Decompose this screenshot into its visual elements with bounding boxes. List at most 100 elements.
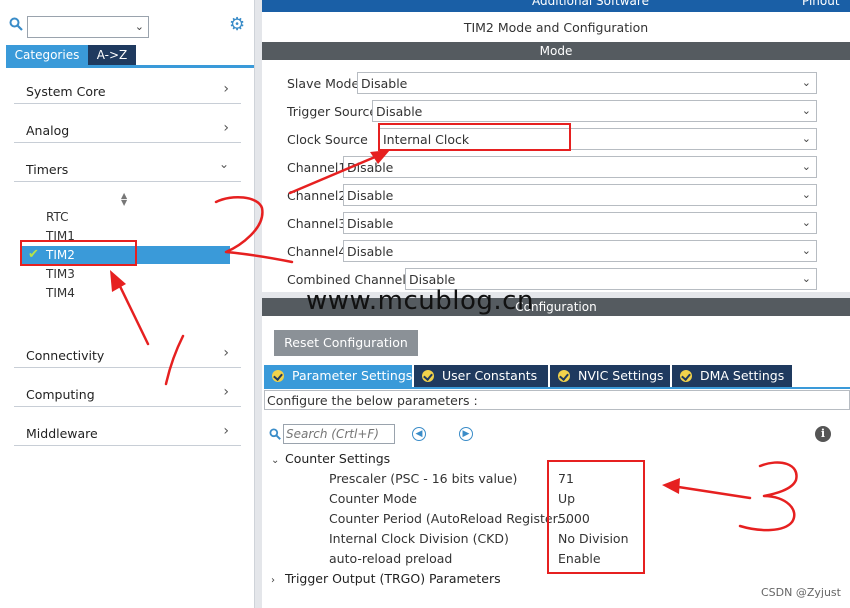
param-value-prescaler[interactable]: 71 bbox=[558, 471, 574, 486]
panel-splitter[interactable] bbox=[254, 0, 262, 608]
chevron-down-icon: ⌄ bbox=[801, 272, 811, 285]
counter-settings-group[interactable]: ⌄ Counter Settings bbox=[271, 451, 390, 466]
tab-categories[interactable]: Categories bbox=[6, 45, 88, 65]
config-title-bar: TIM2 Mode and Configuration bbox=[262, 12, 850, 42]
param-value-clock-division[interactable]: No Division bbox=[558, 531, 629, 546]
param-value-counter-period[interactable]: 5000 bbox=[558, 511, 590, 526]
channel3-select[interactable]: Disable ⌄ bbox=[343, 212, 817, 234]
param-value-counter-mode[interactable]: Up bbox=[558, 491, 575, 506]
select-value: Disable bbox=[409, 272, 456, 287]
mode-label: Channel2 bbox=[287, 188, 347, 203]
search-next-icon[interactable]: ▶ bbox=[459, 427, 473, 441]
check-icon: ✔ bbox=[28, 247, 39, 262]
trigger-output-group[interactable]: › Trigger Output (TRGO) Parameters bbox=[271, 571, 501, 586]
select-value: Disable bbox=[361, 76, 408, 91]
search-icon bbox=[9, 17, 23, 31]
category-label: Middleware bbox=[26, 426, 98, 441]
annotation-arrow-3 bbox=[670, 484, 752, 500]
select-value: Internal Clock bbox=[383, 132, 470, 147]
search-previous-icon[interactable]: ◀ bbox=[412, 427, 426, 441]
tab-parameter-settings[interactable]: Parameter Settings bbox=[264, 365, 412, 387]
category-analog[interactable]: Analog › bbox=[14, 117, 241, 143]
mode-label: Channel3 bbox=[287, 216, 347, 231]
chevron-right-icon: › bbox=[271, 575, 275, 586]
search-icon bbox=[269, 428, 281, 440]
check-circle-icon bbox=[272, 370, 284, 382]
tab-label: User Constants bbox=[442, 368, 538, 383]
param-label-counter-period: Counter Period (AutoReload Register... bbox=[329, 511, 569, 526]
timer-rtc[interactable]: RTC bbox=[46, 210, 68, 224]
category-label: Timers bbox=[26, 162, 69, 177]
param-label-clock-division: Internal Clock Division (CKD) bbox=[329, 531, 509, 546]
select-value: Disable bbox=[347, 160, 394, 175]
tab-a-to-z[interactable]: A->Z bbox=[88, 45, 136, 65]
param-label-prescaler: Prescaler (PSC - 16 bits value) bbox=[329, 471, 518, 486]
tab-dma-settings[interactable]: DMA Settings bbox=[672, 365, 792, 387]
check-circle-icon bbox=[680, 370, 692, 382]
check-circle-icon bbox=[422, 370, 434, 382]
select-value: Disable bbox=[347, 188, 394, 203]
tab-underline bbox=[264, 387, 850, 389]
trigger-source-select[interactable]: Disable ⌄ bbox=[372, 100, 817, 122]
top-menu-strip: Additional Software Pinout bbox=[262, 0, 850, 12]
chevron-down-icon: ⌄ bbox=[271, 455, 280, 466]
timer-tim2-selected[interactable]: ✔ TIM2 bbox=[20, 246, 230, 264]
category-connectivity[interactable]: Connectivity › bbox=[14, 342, 241, 368]
info-icon[interactable]: i bbox=[815, 426, 831, 442]
gear-icon[interactable]: ⚙ bbox=[229, 16, 247, 34]
param-label-counter-mode: Counter Mode bbox=[329, 491, 417, 506]
check-circle-icon bbox=[558, 370, 570, 382]
timer-tim1[interactable]: TIM1 bbox=[46, 229, 75, 243]
category-computing[interactable]: Computing › bbox=[14, 381, 241, 407]
tab-user-constants[interactable]: User Constants bbox=[414, 365, 548, 387]
chevron-down-icon[interactable]: ⌄ bbox=[135, 20, 144, 33]
description-text: Configure the below parameters : bbox=[267, 393, 478, 408]
tab-nvic-settings[interactable]: NVIC Settings bbox=[550, 365, 670, 387]
chevron-right-icon: › bbox=[223, 384, 229, 400]
timer-tim4[interactable]: TIM4 bbox=[46, 286, 75, 300]
group-label: Counter Settings bbox=[285, 451, 391, 466]
parameter-search-field[interactable] bbox=[284, 425, 394, 443]
category-system-core[interactable]: System Core › bbox=[14, 78, 241, 104]
select-value: Disable bbox=[347, 216, 394, 231]
mode-label: Clock Source bbox=[287, 132, 368, 147]
param-value-auto-reload-preload[interactable]: Enable bbox=[558, 551, 601, 566]
parameters-description: Configure the below parameters : bbox=[264, 390, 850, 410]
select-value: Disable bbox=[347, 244, 394, 259]
annotation-digit-3 bbox=[738, 461, 798, 532]
app-window: Additional Software Pinout ⌄ ⚙ Categorie… bbox=[0, 0, 850, 608]
sort-arrows-icon[interactable]: ▲ ▼ bbox=[121, 192, 127, 207]
category-timers[interactable]: Timers ⌄ bbox=[14, 156, 241, 182]
channel1-select[interactable]: Disable ⌄ bbox=[343, 156, 817, 178]
categories-panel: ⌄ ⚙ Categories A->Z System Core › Analog… bbox=[0, 0, 254, 608]
category-middleware[interactable]: Middleware › bbox=[14, 420, 241, 446]
timer-label: TIM2 bbox=[46, 248, 75, 262]
page-title: TIM2 Mode and Configuration bbox=[463, 20, 649, 35]
clock-source-select[interactable]: Internal Clock ⌄ bbox=[379, 128, 817, 150]
category-label: Connectivity bbox=[26, 348, 105, 363]
mode-label: Trigger Source bbox=[287, 104, 378, 119]
additional-software-menu[interactable]: Additional Software bbox=[532, 0, 649, 8]
tab-label: DMA Settings bbox=[700, 368, 785, 383]
category-label: Computing bbox=[26, 387, 95, 402]
timer-tim3[interactable]: TIM3 bbox=[46, 267, 75, 281]
parameter-search-input[interactable] bbox=[283, 424, 395, 444]
tab-label: Parameter Settings bbox=[292, 368, 413, 383]
watermark-text: www.mcublog.cn bbox=[306, 286, 534, 316]
pinout-menu[interactable]: Pinout bbox=[802, 0, 840, 8]
channel4-select[interactable]: Disable ⌄ bbox=[343, 240, 817, 262]
select-value: Disable bbox=[376, 104, 423, 119]
chevron-down-icon: ⌄ bbox=[801, 76, 811, 89]
chevron-down-icon: ⌄ bbox=[801, 188, 811, 201]
tab-label: NVIC Settings bbox=[578, 368, 664, 383]
mode-label: Slave Mode bbox=[287, 76, 360, 91]
category-search-combo[interactable]: ⌄ bbox=[27, 16, 149, 38]
category-label: Analog bbox=[26, 123, 70, 138]
reset-configuration-button[interactable]: Reset Configuration bbox=[274, 330, 418, 356]
mode-header: Mode bbox=[262, 42, 850, 60]
chevron-down-icon: ⌄ bbox=[218, 157, 229, 171]
annotation-arrowhead-3 bbox=[662, 478, 680, 494]
chevron-down-icon: ⌄ bbox=[801, 132, 811, 145]
channel2-select[interactable]: Disable ⌄ bbox=[343, 184, 817, 206]
slave-mode-select[interactable]: Disable ⌄ bbox=[357, 72, 817, 94]
